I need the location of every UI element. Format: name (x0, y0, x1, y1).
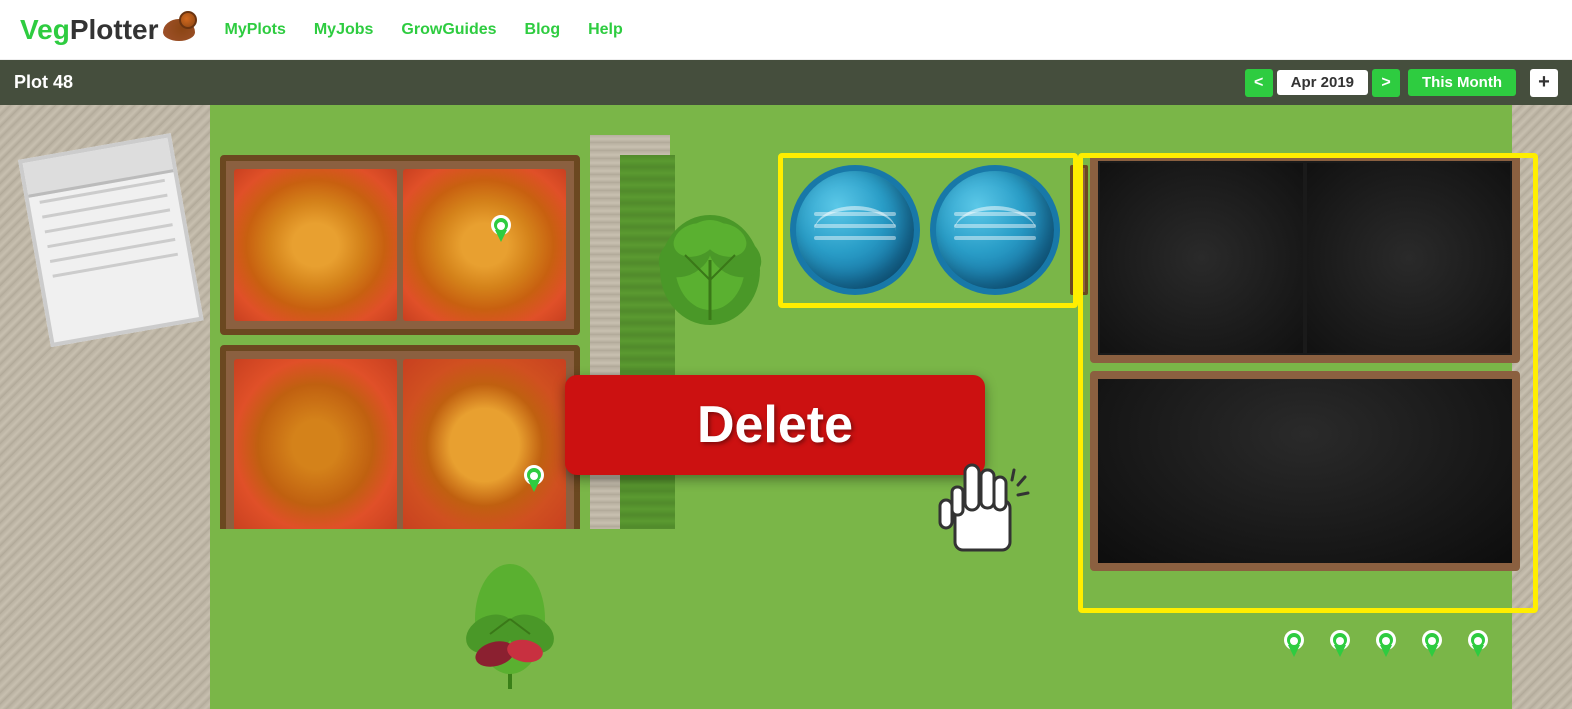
main-nav: MyPlots MyJobs GrowGuides Blog Help (225, 21, 623, 39)
garlic-pin-circle-5 (1468, 630, 1488, 650)
nav-blog[interactable]: Blog (525, 21, 561, 39)
water-waves-2 (954, 212, 1037, 240)
wave-1 (814, 212, 897, 216)
planter-half-right (1305, 161, 1512, 355)
add-button[interactable]: + (1530, 69, 1558, 97)
garlic-pin-circle-4 (1422, 630, 1442, 650)
water-barrel-group (790, 165, 1088, 295)
shed (18, 133, 204, 347)
pin-circle-2 (524, 465, 544, 485)
wave-5 (954, 224, 1037, 228)
plant-pin-2 (520, 465, 548, 499)
garlic-pin-circle-2 (1330, 630, 1350, 650)
raised-bed-bottom-left[interactable] (220, 345, 580, 545)
next-month-button[interactable]: > (1372, 69, 1400, 97)
garlic-group (1280, 630, 1492, 664)
garlic-pin-inner-2 (1336, 637, 1344, 645)
logo-plotter: Plotter (70, 14, 159, 46)
app-header: VegPlotter MyPlots MyJobs GrowGuides Blo… (0, 0, 1572, 60)
wave-6 (954, 236, 1037, 240)
raised-bed-bottom-left-inner (234, 359, 566, 531)
pin-inner-1 (497, 222, 505, 230)
delete-button[interactable]: Delete (565, 375, 985, 475)
wave-3 (814, 236, 897, 240)
water-barrel-2[interactable] (930, 165, 1060, 295)
date-display: Apr 2019 (1277, 70, 1368, 95)
barrel-divider (1070, 165, 1088, 295)
this-month-button[interactable]: This Month (1408, 69, 1516, 96)
plot-title: Plot 48 (14, 72, 1245, 93)
planter-bottom-inner (1098, 379, 1512, 563)
wave-2 (814, 224, 897, 228)
nav-help[interactable]: Help (588, 21, 623, 39)
snail-icon (163, 19, 195, 41)
planter-half-left (1098, 161, 1305, 355)
garlic-pin-4 (1418, 630, 1446, 664)
wave-4 (954, 212, 1037, 216)
garlic-pin-circle-3 (1376, 630, 1396, 650)
nav-myplots[interactable]: MyPlots (225, 21, 286, 39)
garlic-pin-1 (1280, 630, 1308, 664)
garlic-pin-inner-3 (1382, 637, 1390, 645)
raised-bed-top-left[interactable] (220, 155, 580, 335)
garlic-pin-circle-1 (1284, 630, 1304, 650)
plant-pin-1 (487, 215, 515, 249)
bed-cell-4 (403, 359, 566, 531)
pin-inner-2 (530, 472, 538, 480)
water-waves-1 (814, 212, 897, 240)
bed-cell-1 (234, 169, 397, 321)
big-plant (645, 200, 775, 330)
garlic-pin-3 (1372, 630, 1400, 664)
garlic-pin-2 (1326, 630, 1354, 664)
garlic-pin-5 (1464, 630, 1492, 664)
bottom-plant (460, 559, 560, 689)
raised-bed-top-left-inner (234, 169, 566, 321)
logo[interactable]: VegPlotter (20, 14, 195, 46)
pin-circle-1 (491, 215, 511, 235)
shed-body (39, 179, 187, 331)
tall-planter-group[interactable] (1090, 153, 1520, 571)
garlic-pin-inner-4 (1428, 637, 1436, 645)
plot-toolbar: Plot 48 < Apr 2019 > This Month + (0, 60, 1572, 105)
gravel-right (1512, 105, 1572, 709)
bed-cell-2 (403, 169, 566, 321)
date-nav: < Apr 2019 > This Month + (1245, 69, 1558, 97)
nav-myjobs[interactable]: MyJobs (314, 21, 374, 39)
nav-growguides[interactable]: GrowGuides (401, 21, 496, 39)
bed-cell-3 (234, 359, 397, 531)
garlic-pin-inner-5 (1474, 637, 1482, 645)
planter-top (1090, 153, 1520, 363)
garlic-pin-inner-1 (1290, 637, 1298, 645)
plot-area: Plot 48 < Apr 2019 > This Month + (0, 60, 1572, 709)
planter-bottom (1090, 371, 1520, 571)
water-barrel-1[interactable] (790, 165, 920, 295)
garden-canvas: Delete (0, 105, 1572, 709)
logo-veg: Veg (20, 14, 70, 46)
prev-month-button[interactable]: < (1245, 69, 1273, 97)
